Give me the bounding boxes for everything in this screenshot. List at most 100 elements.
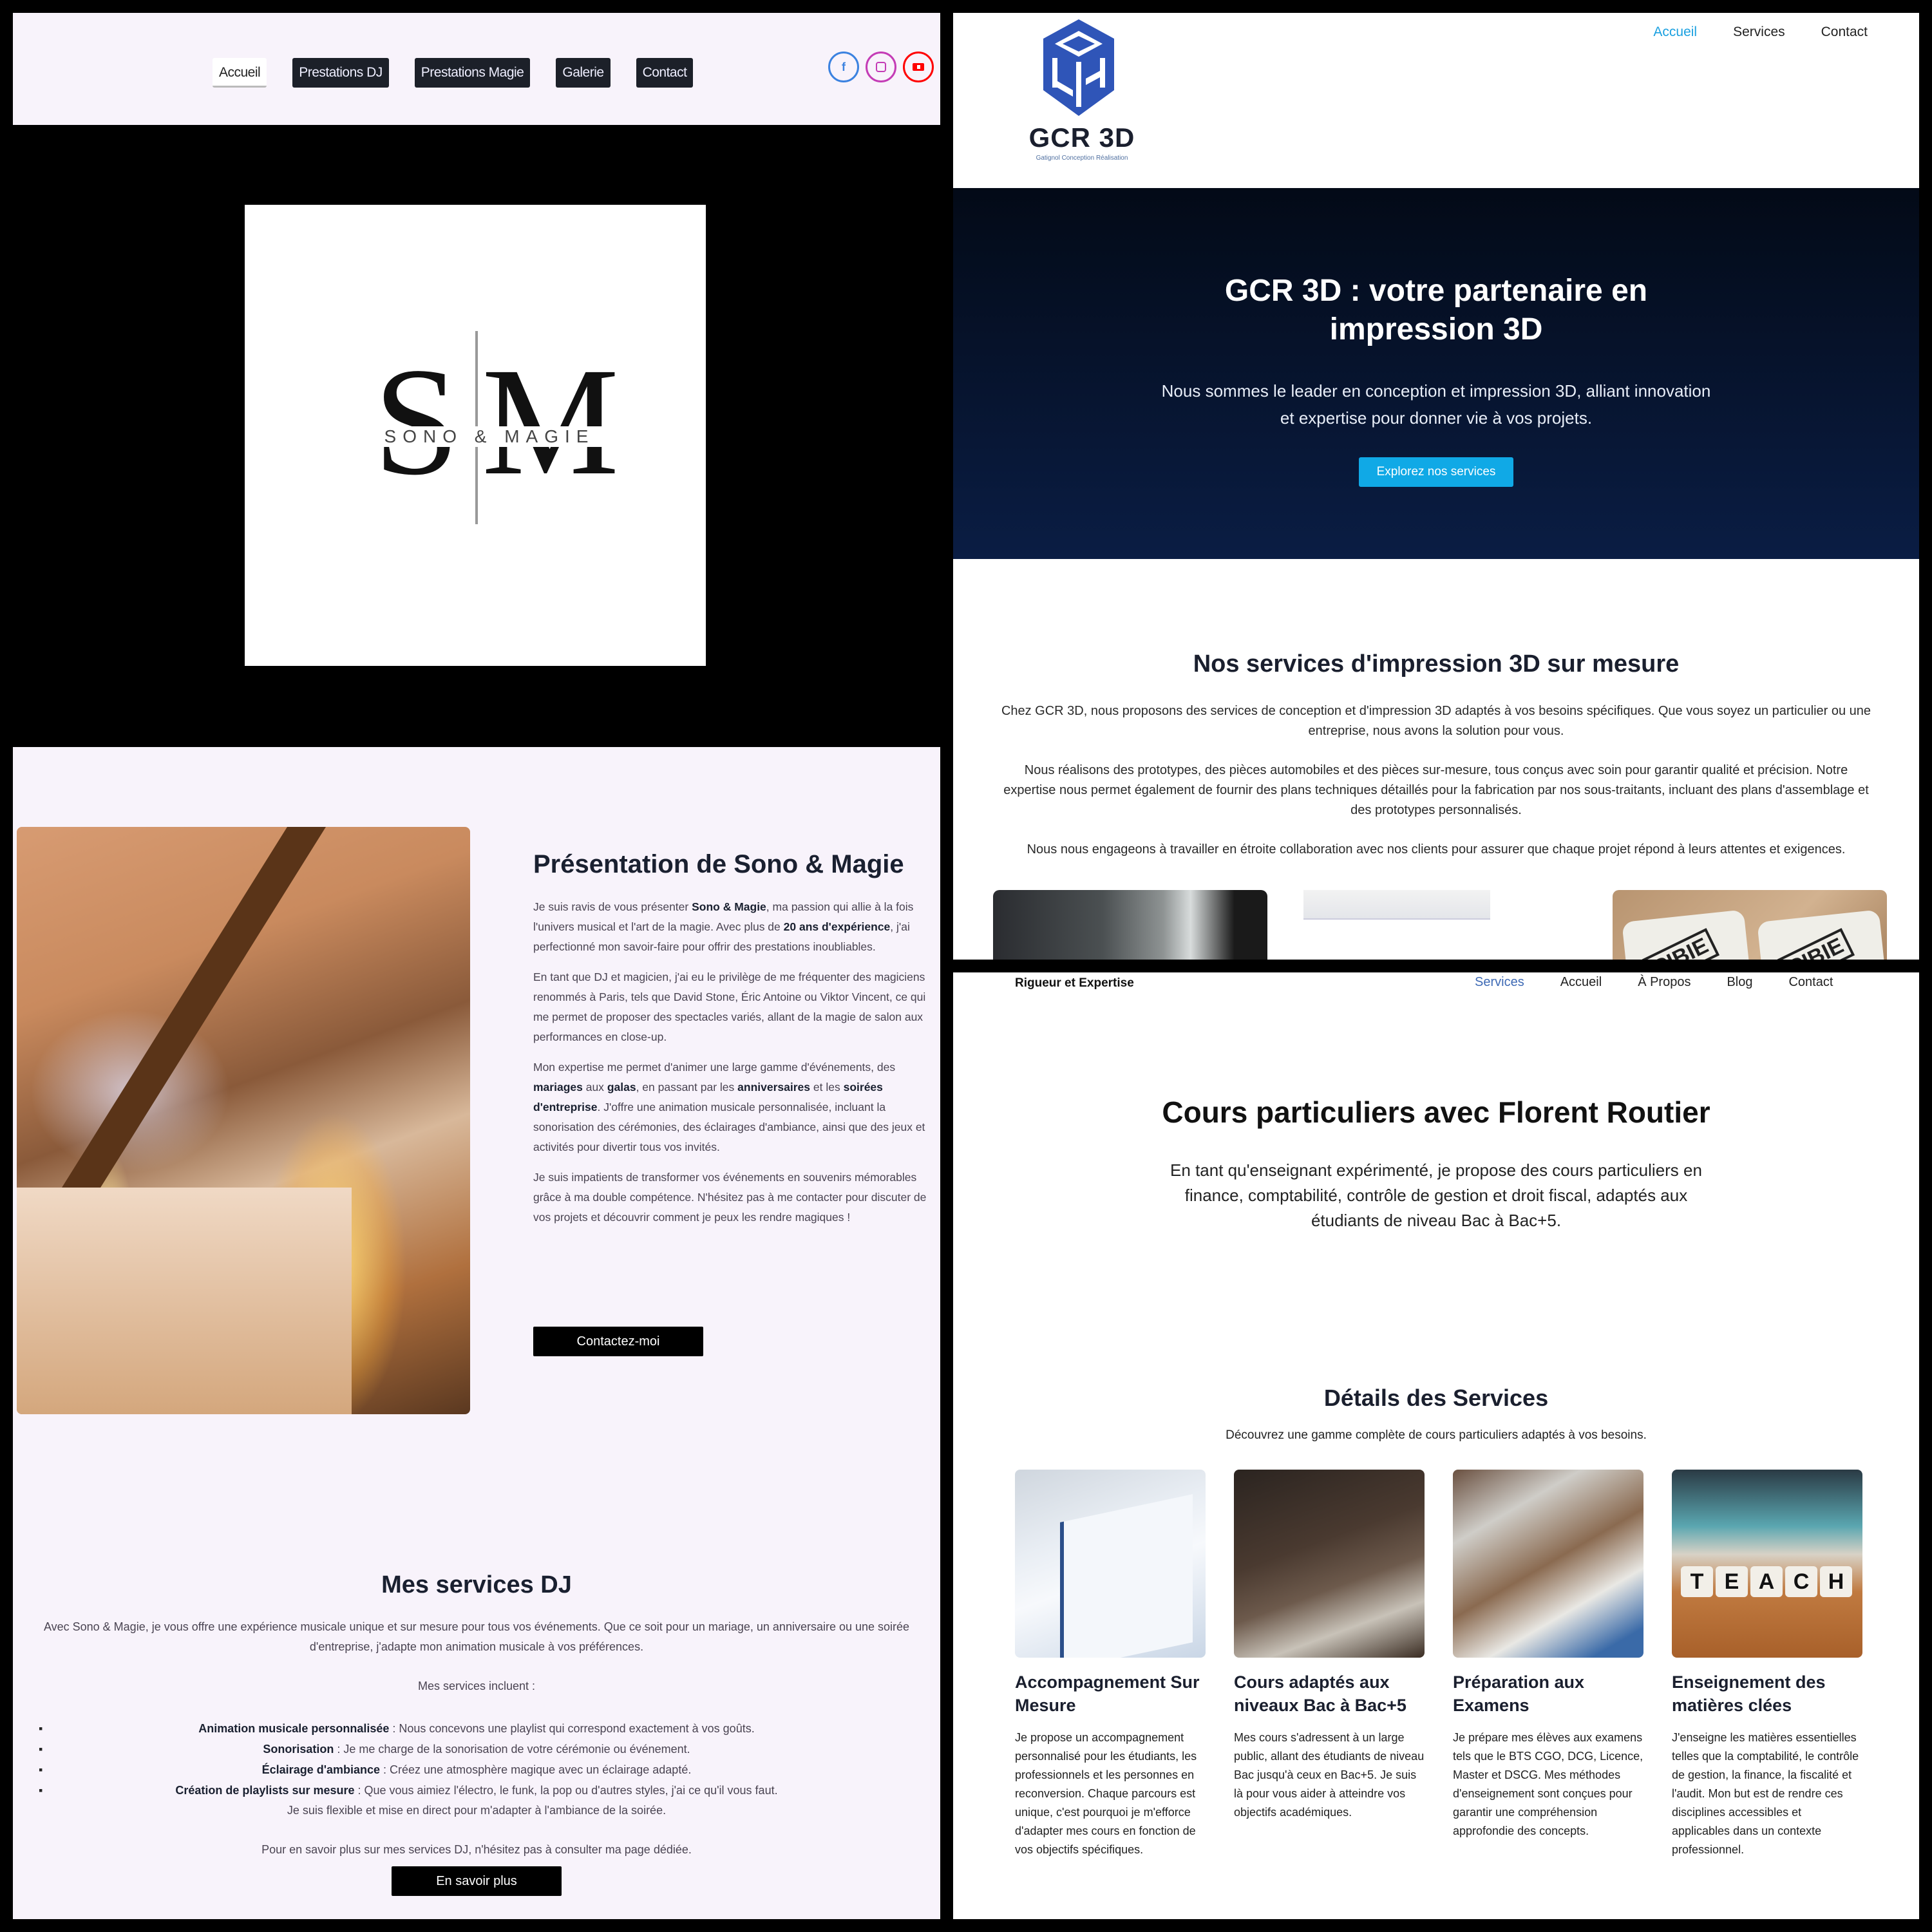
service-card-title: Enseignement des matières clées xyxy=(1672,1672,1826,1715)
youtube-glyph xyxy=(913,63,924,71)
cibie-part: CIBIE xyxy=(1757,909,1887,960)
list-item: Sonorisation : Je me charge de la sonori… xyxy=(13,1739,940,1759)
florent-nav-accueil[interactable]: Accueil xyxy=(1560,975,1602,990)
dj-flexible-text: Je suis flexible et mise en direct pour … xyxy=(287,1804,667,1817)
logo-mark: S M SONO & MAGIE xyxy=(374,331,619,524)
cad-screenshot-image xyxy=(1303,890,1578,960)
cibie-parts-image: CIBIE CIBIE xyxy=(1613,890,1887,960)
facebook-icon[interactable]: f xyxy=(828,52,859,82)
service-card: Accompagnement Sur Mesure Je propose un … xyxy=(1015,1470,1206,1859)
service-card: T E A C H Enseignement des matières clée… xyxy=(1672,1470,1862,1859)
event-photo xyxy=(17,827,470,1414)
list-item: Création de playlists sur mesure : Que v… xyxy=(13,1780,940,1801)
explore-services-button[interactable]: Explorez nos services xyxy=(1358,457,1514,487)
logo-name: SONO & MAGIE xyxy=(374,426,605,447)
gcr-logo-tagline: Gatignol Conception Réalisation xyxy=(1036,155,1128,162)
dj-more-text: Pour en savoir plus sur mes services DJ,… xyxy=(261,1843,692,1856)
service-card-title: Cours adaptés aux niveaux Bac à Bac+5 xyxy=(1234,1672,1406,1715)
service-card: Cours adaptés aux niveaux Bac à Bac+5 Me… xyxy=(1234,1470,1425,1859)
teach-dice-image: T E A C H xyxy=(1672,1470,1862,1658)
gcr-services-paragraph-2: Nous réalisons des prototypes, des pièce… xyxy=(1003,763,1869,817)
florent-nav-blog[interactable]: Blog xyxy=(1727,975,1752,990)
cad-ribbon xyxy=(1303,890,1490,920)
presentation-paragraph-3: Mon expertise me permet d'animer une lar… xyxy=(533,1061,925,1153)
dj-services-intro: Avec Sono & Magie, je vous offre une exp… xyxy=(43,1620,910,1653)
printer-image xyxy=(993,890,1267,960)
facebook-glyph: f xyxy=(842,60,846,73)
sono-navbar: Accueil Prestations DJ Prestations Magie… xyxy=(13,13,940,125)
service-card-title: Accompagnement Sur Mesure xyxy=(1015,1672,1200,1715)
gcr-nav-contact[interactable]: Contact xyxy=(1821,24,1868,40)
service-cards: Accompagnement Sur Mesure Je propose un … xyxy=(1015,1470,1871,1859)
social-links: f xyxy=(828,52,934,82)
gcr-services-paragraph-1: Chez GCR 3D, nous proposons des services… xyxy=(1001,704,1871,738)
nav-galerie[interactable]: Galerie xyxy=(556,58,611,88)
sono-magie-logo: S M SONO & MAGIE xyxy=(245,205,706,666)
nav-prestations-dj[interactable]: Prestations DJ xyxy=(292,58,389,88)
students-image xyxy=(1234,1470,1425,1658)
logo-letter-m: M xyxy=(482,336,620,507)
gcr-nav-accueil[interactable]: Accueil xyxy=(1653,24,1697,40)
gcr-cube-icon xyxy=(1043,19,1114,116)
gcr3d-page: GCR 3D Gatignol Conception Réalisation A… xyxy=(953,13,1919,960)
logo-letter-s: S xyxy=(374,336,460,507)
service-card-title: Préparation aux Examens xyxy=(1453,1672,1585,1715)
library-image xyxy=(1453,1470,1643,1658)
list-item: Animation musicale personnalisée : Nous … xyxy=(13,1718,940,1739)
gcr-nav-services[interactable]: Services xyxy=(1733,24,1785,40)
florent-hero: Cours particuliers avec Florent Routier … xyxy=(953,1095,1919,1233)
florent-nav-a-propos[interactable]: À Propos xyxy=(1638,975,1690,990)
nav-prestations-magie[interactable]: Prestations Magie xyxy=(414,58,531,88)
nav-accueil[interactable]: Accueil xyxy=(213,58,267,88)
gcr-image-cards: CIBIE CIBIE xyxy=(993,890,1887,960)
presentation-paragraph-4: Je suis impatients de transformer vos év… xyxy=(533,1171,927,1224)
gcr-services-section: Nos services d'impression 3D sur mesure … xyxy=(953,559,1919,860)
gcr-logo[interactable]: GCR 3D Gatignol Conception Réalisation xyxy=(1018,19,1146,167)
florent-brand[interactable]: Rigueur et Expertise xyxy=(1015,976,1134,990)
florent-nav-services[interactable]: Services xyxy=(1475,975,1524,990)
spreadsheet-image xyxy=(1015,1470,1206,1658)
gcr-logo-word: GCR 3D xyxy=(1028,122,1135,153)
florent-hero-text: En tant qu'enseignant expérimenté, je pr… xyxy=(1170,1160,1702,1230)
instagram-icon[interactable] xyxy=(866,52,896,82)
service-card-text: Je propose un accompagnement personnalis… xyxy=(1015,1731,1197,1856)
youtube-icon[interactable] xyxy=(903,52,934,82)
florent-details-section: Détails des Services Découvrez une gamme… xyxy=(953,1385,1919,1443)
presentation-paragraph-1: Je suis ravis de vous présenter Sono & M… xyxy=(533,900,914,953)
cibie-part: CIBIE xyxy=(1622,909,1752,960)
gcr-hero: GCR 3D : votre partenaire en impression … xyxy=(953,188,1919,559)
details-subtitle: Découvrez une gamme complète de cours pa… xyxy=(1226,1428,1647,1442)
sono-content: Présentation de Sono & Magie Je suis rav… xyxy=(13,747,940,1919)
service-card-text: Mes cours s'adressent à un large public,… xyxy=(1234,1731,1425,1819)
gcr-nav: Accueil Services Contact xyxy=(1653,24,1868,40)
florent-nav: Services Accueil À Propos Blog Contact xyxy=(1475,975,1833,990)
florent-page: Rigueur et Expertise Services Accueil À … xyxy=(953,972,1919,1919)
gcr-header: GCR 3D Gatignol Conception Réalisation A… xyxy=(953,13,1919,188)
instagram-glyph xyxy=(876,62,886,72)
service-card-text: J'enseigne les matières essentielles tel… xyxy=(1672,1731,1859,1856)
gcr-hero-text: Nous sommes le leader en conception et i… xyxy=(1161,381,1711,428)
details-title: Détails des Services xyxy=(1323,1385,1549,1411)
gcr-hero-title: GCR 3D : votre partenaire en impression … xyxy=(1224,274,1648,346)
florent-nav-contact[interactable]: Contact xyxy=(1788,975,1833,990)
dj-services-list: Animation musicale personnalisée : Nous … xyxy=(13,1718,940,1801)
list-item: Éclairage d'ambiance : Créez une atmosph… xyxy=(13,1759,940,1780)
dj-services-section: Mes services DJ Avec Sono & Magie, je vo… xyxy=(13,1571,940,1896)
photo-beam xyxy=(62,827,326,1188)
gcr-services-paragraph-3: Nous nous engageons à travailler en étro… xyxy=(1027,842,1846,857)
gcr-services-title: Nos services d'impression 3D sur mesure xyxy=(1193,650,1680,677)
dj-services-subtitle: Mes services incluent : xyxy=(417,1680,536,1692)
presentation-paragraph-2: En tant que DJ et magicien, j'ai eu le p… xyxy=(533,971,926,1043)
service-card-text: Je prépare mes élèves aux examens tels q… xyxy=(1453,1731,1643,1837)
presentation-title: Présentation de Sono & Magie xyxy=(533,850,904,878)
presentation-section: Présentation de Sono & Magie Je suis rav… xyxy=(533,850,933,1356)
service-card: Préparation aux Examens Je prépare mes é… xyxy=(1453,1470,1643,1859)
dj-services-title: Mes services DJ xyxy=(381,1571,572,1598)
sono-nav-links: Accueil Prestations DJ Prestations Magie… xyxy=(213,58,694,88)
teach-dice: T E A C H xyxy=(1681,1566,1852,1597)
florent-hero-title: Cours particuliers avec Florent Routier xyxy=(1162,1095,1710,1129)
contact-me-button[interactable]: Contactez-moi xyxy=(533,1327,703,1356)
learn-more-button[interactable]: En savoir plus xyxy=(392,1866,562,1896)
photo-buffet-table xyxy=(17,1188,352,1414)
nav-contact[interactable]: Contact xyxy=(636,58,694,88)
